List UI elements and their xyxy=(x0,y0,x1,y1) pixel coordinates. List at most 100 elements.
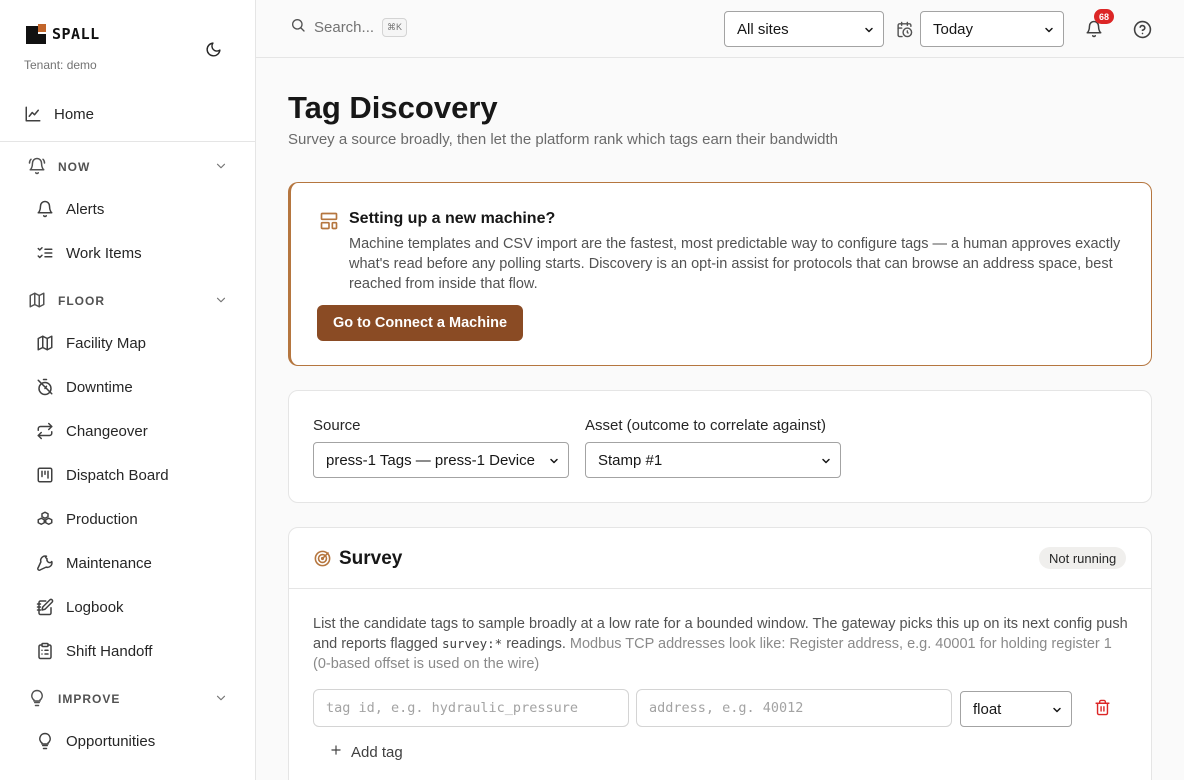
add-tag-button[interactable]: Add tag xyxy=(329,743,403,761)
boxes-icon xyxy=(36,510,54,528)
source-select[interactable]: press-1 Tags — press-1 Device xyxy=(313,442,569,478)
bell-ring-icon xyxy=(28,157,46,178)
sidebar-item-downtime[interactable]: Downtime xyxy=(36,371,133,403)
sidebar-item-label: Dispatch Board xyxy=(66,466,169,484)
search-shortcut-badge: ⌘K xyxy=(382,18,408,37)
theme-toggle-moon-icon[interactable] xyxy=(202,38,224,60)
sidebar-item-label: Home xyxy=(54,105,95,123)
sidebar-item-label: Facility Map xyxy=(66,334,147,352)
sidebar-section-floor[interactable]: FLOOR xyxy=(28,289,228,313)
asset-select[interactable]: Stamp #1 xyxy=(585,442,841,478)
sidebar-item-shift-handoff[interactable]: Shift Handoff xyxy=(36,635,152,667)
status-badge: Not running xyxy=(1039,547,1127,569)
plus-icon xyxy=(329,743,343,761)
sidebar-item-home[interactable]: Home xyxy=(24,98,94,130)
repeat-icon xyxy=(36,422,54,440)
tenant-label: Tenant: demo xyxy=(24,58,97,72)
asset-select-value: Stamp #1 xyxy=(598,451,663,469)
chevron-down-icon xyxy=(214,691,228,708)
survey-header: Survey Not running xyxy=(289,528,1151,589)
source-select-value: press-1 Tags — press-1 Device xyxy=(326,451,535,469)
survey-description: List the candidate tags to sample broadl… xyxy=(313,614,1133,674)
sidebar-item-label: Downtime xyxy=(66,378,133,396)
asset-label: Asset (outcome to correlate against) xyxy=(585,417,826,434)
chevron-down-icon xyxy=(548,454,560,471)
list-checks-icon xyxy=(36,244,54,262)
sidebar-divider xyxy=(0,141,255,142)
chevron-down-icon xyxy=(1043,23,1055,40)
sidebar-item-work-items[interactable]: Work Items xyxy=(36,237,142,269)
sidebar-section-now[interactable]: NOW xyxy=(28,155,228,179)
page-title: Tag Discovery xyxy=(288,90,498,125)
source-asset-card: Source press-1 Tags — press-1 Device Ass… xyxy=(288,390,1152,503)
notification-count-badge: 68 xyxy=(1094,9,1114,24)
sidebar-item-production[interactable]: Production xyxy=(36,503,138,535)
calendar-clock-icon xyxy=(893,18,915,40)
radar-icon xyxy=(313,549,332,573)
tag-id-input[interactable]: tag id, e.g. hydraulic_pressure xyxy=(313,689,629,727)
brand-logo[interactable]: SPALL xyxy=(26,24,100,44)
sidebar-item-label: Logbook xyxy=(66,598,124,616)
chevron-down-icon xyxy=(214,159,228,176)
sidebar-item-label: Work Items xyxy=(66,244,142,262)
site-select[interactable]: All sites xyxy=(724,11,884,47)
help-circle-icon[interactable] xyxy=(1131,18,1153,40)
brand-mark-icon xyxy=(26,24,46,44)
callout-body: Machine templates and CSV import are the… xyxy=(349,236,1121,292)
clipboard-list-icon xyxy=(36,642,54,660)
sidebar-item-facility-map[interactable]: Facility Map xyxy=(36,327,146,359)
timer-off-icon xyxy=(36,378,54,396)
sidebar-item-label: Maintenance xyxy=(66,554,152,572)
survey-desc-code: survey:* xyxy=(441,636,503,651)
tag-id-placeholder: tag id, e.g. hydraulic_pressure xyxy=(326,700,578,716)
survey-card: Survey Not running List the candidate ta… xyxy=(288,527,1152,780)
callout-title: Setting up a new machine? xyxy=(349,210,556,227)
tag-address-placeholder: address, e.g. 40012 xyxy=(649,700,804,716)
site-select-value: All sites xyxy=(737,20,789,38)
lightbulb-icon xyxy=(36,732,54,750)
sidebar-item-changeover[interactable]: Changeover xyxy=(36,415,148,447)
sidebar-item-dispatch-board[interactable]: Dispatch Board xyxy=(36,459,169,491)
search-icon xyxy=(290,17,306,38)
sidebar-item-alerts[interactable]: Alerts xyxy=(36,193,104,225)
search-input[interactable]: Search... xyxy=(314,19,374,36)
sidebar-item-label: Shift Handoff xyxy=(66,642,153,660)
survey-title: Survey xyxy=(339,548,403,569)
page-subtitle: Survey a source broadly, then let the pl… xyxy=(288,131,839,148)
chevron-down-icon xyxy=(1051,703,1063,720)
kanban-icon xyxy=(36,466,54,484)
wrench-icon xyxy=(36,554,54,572)
sidebar-item-label: Alerts xyxy=(66,200,105,218)
connect-machine-button[interactable]: Go to Connect a Machine xyxy=(317,305,524,341)
section-label: FLOOR xyxy=(58,294,105,308)
chart-line-icon xyxy=(24,105,42,123)
section-label: NOW xyxy=(58,160,91,174)
date-range-value: Today xyxy=(933,20,974,38)
sidebar-item-logbook[interactable]: Logbook xyxy=(36,591,124,623)
sidebar: SPALL Tenant: demo Home NOW Alerts Work … xyxy=(0,0,256,780)
sidebar-item-opportunities[interactable]: Opportunities xyxy=(36,725,155,757)
chevron-down-icon xyxy=(863,23,875,40)
search-box[interactable]: Search... ⌘K xyxy=(290,17,408,38)
source-label: Source xyxy=(313,417,361,434)
sidebar-section-improve[interactable]: IMPROVE xyxy=(28,687,228,711)
sidebar-item-label: Opportunities xyxy=(66,732,156,750)
bell-icon xyxy=(36,200,54,218)
sidebar-item-maintenance[interactable]: Maintenance xyxy=(36,547,152,579)
tag-type-select[interactable]: float xyxy=(960,691,1072,727)
add-tag-label: Add tag xyxy=(351,743,403,761)
tag-type-value: float xyxy=(973,700,1002,718)
setup-callout: Setting up a new machine? Machine templa… xyxy=(288,182,1152,366)
delete-tag-trash-icon[interactable] xyxy=(1094,699,1111,721)
brand-name: SPALL xyxy=(52,25,100,43)
survey-desc-text-end: readings. xyxy=(502,636,566,652)
top-bar: Search... ⌘K All sites Today 68 xyxy=(256,0,1184,58)
sidebar-item-label: Changeover xyxy=(66,422,148,440)
date-range-select[interactable]: Today xyxy=(920,11,1064,47)
sidebar-item-label: Production xyxy=(66,510,138,528)
chevron-down-icon xyxy=(214,293,228,310)
lightbulb-icon xyxy=(28,689,46,710)
layout-template-icon xyxy=(319,211,339,236)
map-icon xyxy=(28,291,46,312)
tag-address-input[interactable]: address, e.g. 40012 xyxy=(636,689,952,727)
